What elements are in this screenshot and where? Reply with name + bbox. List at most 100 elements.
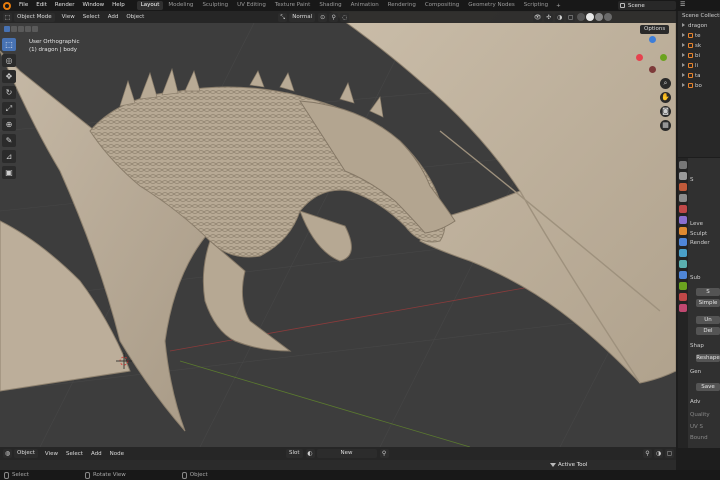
camera-icon[interactable]: ◙ xyxy=(660,106,671,117)
select-subtract-icon[interactable] xyxy=(18,26,24,32)
gizmo-x-axis[interactable] xyxy=(636,54,643,61)
data-tab-icon[interactable] xyxy=(679,282,687,290)
gizmo-toggle-icon[interactable]: ✣ xyxy=(544,12,554,22)
visibility-icon[interactable]: 👁 xyxy=(533,12,543,22)
orientation-dropdown[interactable]: Normal xyxy=(289,12,316,22)
workspace-tab-geometry-nodes[interactable]: Geometry Nodes xyxy=(464,1,518,10)
outliner-row[interactable]: bo xyxy=(678,81,720,91)
pin-icon[interactable]: ⚲ xyxy=(379,449,389,458)
shader-mode-dropdown[interactable]: Object xyxy=(14,449,38,458)
outliner-row[interactable]: te xyxy=(678,31,720,41)
menu-select[interactable]: Select xyxy=(62,451,87,457)
expand-triangle-icon[interactable] xyxy=(682,83,685,87)
snap-icon[interactable]: ⚲ xyxy=(329,12,339,22)
workspace-tab-scripting[interactable]: Scripting xyxy=(520,1,552,10)
proportional-edit-icon[interactable]: ◌ xyxy=(340,12,350,22)
menu-add[interactable]: Add xyxy=(87,451,106,457)
select-new-icon[interactable] xyxy=(4,26,10,32)
prop-button[interactable]: Reshape xyxy=(696,354,720,362)
render-tab-icon[interactable] xyxy=(679,172,687,180)
workspace-tab-animation[interactable]: Animation xyxy=(347,1,383,10)
pivot-icon[interactable]: ⊙ xyxy=(318,12,328,22)
menu-help[interactable]: Help xyxy=(108,0,129,11)
view-layer-icon[interactable]: ☰ xyxy=(680,1,688,10)
outliner[interactable]: Scene Collection dragon te sk bi li ta b… xyxy=(678,11,720,157)
scene-selector[interactable]: Scene xyxy=(618,1,676,10)
menu-edit[interactable]: Edit xyxy=(32,0,51,11)
expand-triangle-icon[interactable] xyxy=(682,73,685,77)
blender-logo-icon[interactable] xyxy=(3,1,11,10)
outliner-row[interactable]: dragon xyxy=(678,21,720,31)
overlays-icon[interactable]: ◑ xyxy=(555,12,565,22)
tool-tab-icon[interactable] xyxy=(679,161,687,169)
scene-tab-icon[interactable] xyxy=(679,205,687,213)
workspace-tab-sculpting[interactable]: Sculpting xyxy=(198,1,232,10)
menu-select[interactable]: Select xyxy=(79,14,104,20)
workspace-tab-shading[interactable]: Shading xyxy=(315,1,345,10)
annotate-icon[interactable]: ✎ xyxy=(2,134,16,147)
object-tab-icon[interactable] xyxy=(679,227,687,235)
menu-object[interactable]: Object xyxy=(122,14,148,20)
cursor-icon[interactable]: ◎ xyxy=(2,54,16,67)
prop-button[interactable]: Del xyxy=(696,327,720,335)
grid-icon[interactable]: ▦ xyxy=(660,120,671,131)
backdrop-icon[interactable]: ▢ xyxy=(665,449,674,458)
menu-view[interactable]: View xyxy=(41,451,62,457)
prop-panel-header[interactable]: Gen xyxy=(690,368,701,376)
material-tab-icon[interactable] xyxy=(679,293,687,301)
slot-dropdown[interactable]: Slot xyxy=(285,449,303,458)
navigation-gizmo[interactable] xyxy=(634,36,672,76)
prop-button[interactable]: S xyxy=(696,288,720,296)
modifier-tab-icon[interactable] xyxy=(679,238,687,246)
overlay-icon[interactable]: ◑ xyxy=(654,449,663,458)
view-layer-tab-icon[interactable] xyxy=(679,194,687,202)
zoom-icon[interactable]: ⌕ xyxy=(660,78,671,89)
outliner-row[interactable]: sk xyxy=(678,41,720,51)
select-box-icon[interactable]: ⬚ xyxy=(2,38,16,51)
gizmo-z-axis[interactable] xyxy=(649,36,656,43)
snap-icon[interactable]: ⚲ xyxy=(643,449,652,458)
workspace-tab-modeling[interactable]: Modeling xyxy=(164,1,197,10)
measure-icon[interactable]: ⊿ xyxy=(2,150,16,163)
workspace-tab-texture-paint[interactable]: Texture Paint xyxy=(271,1,315,10)
rendered-shading-icon[interactable] xyxy=(604,13,613,21)
constraints-tab-icon[interactable] xyxy=(679,271,687,279)
prop-panel-header[interactable]: Adv xyxy=(690,398,700,406)
editor-type-icon[interactable]: ⬚ xyxy=(3,12,12,22)
expand-triangle-icon[interactable] xyxy=(682,43,685,47)
texture-tab-icon[interactable] xyxy=(679,304,687,312)
world-tab-icon[interactable] xyxy=(679,216,687,224)
prop-panel-header[interactable]: Shap xyxy=(690,342,704,350)
pan-hand-icon[interactable]: ✋ xyxy=(660,92,671,103)
transform-icon[interactable]: ⊕ xyxy=(2,118,16,131)
transform-orientation-icon[interactable]: ⤡ xyxy=(278,12,288,22)
expand-triangle-icon[interactable] xyxy=(682,23,685,27)
workspace-tab-uv-editing[interactable]: UV Editing xyxy=(233,1,270,10)
material-shading-icon[interactable] xyxy=(595,13,604,21)
active-tool-panel[interactable]: Active Tool xyxy=(548,461,587,470)
scale-icon[interactable]: ⤢ xyxy=(2,102,16,115)
menu-view[interactable]: View xyxy=(58,14,79,20)
outliner-row[interactable]: ta xyxy=(678,71,720,81)
add-workspace-button[interactable]: + xyxy=(553,3,564,9)
move-icon[interactable]: ✥ xyxy=(2,70,16,83)
menu-file[interactable]: File xyxy=(15,0,32,11)
3d-viewport[interactable] xyxy=(0,11,676,447)
solid-shading-icon[interactable] xyxy=(586,13,595,21)
menu-node[interactable]: Node xyxy=(106,451,128,457)
expand-triangle-icon[interactable] xyxy=(682,33,685,37)
gizmo-negative-axis[interactable] xyxy=(649,66,656,73)
xray-icon[interactable]: ▢ xyxy=(566,12,576,22)
physics-tab-icon[interactable] xyxy=(679,260,687,268)
particles-tab-icon[interactable] xyxy=(679,249,687,257)
select-extend-icon[interactable] xyxy=(11,26,17,32)
workspace-tab-layout[interactable]: Layout xyxy=(136,1,164,10)
menu-render[interactable]: Render xyxy=(51,0,79,11)
add-cube-icon[interactable]: ▣ xyxy=(2,166,16,179)
output-tab-icon[interactable] xyxy=(679,183,687,191)
select-intersect-icon[interactable] xyxy=(32,26,38,32)
gizmo-y-axis[interactable] xyxy=(660,54,667,61)
menu-window[interactable]: Window xyxy=(78,0,108,11)
material-browse-icon[interactable]: ◐ xyxy=(305,449,315,458)
expand-triangle-icon[interactable] xyxy=(682,53,685,57)
